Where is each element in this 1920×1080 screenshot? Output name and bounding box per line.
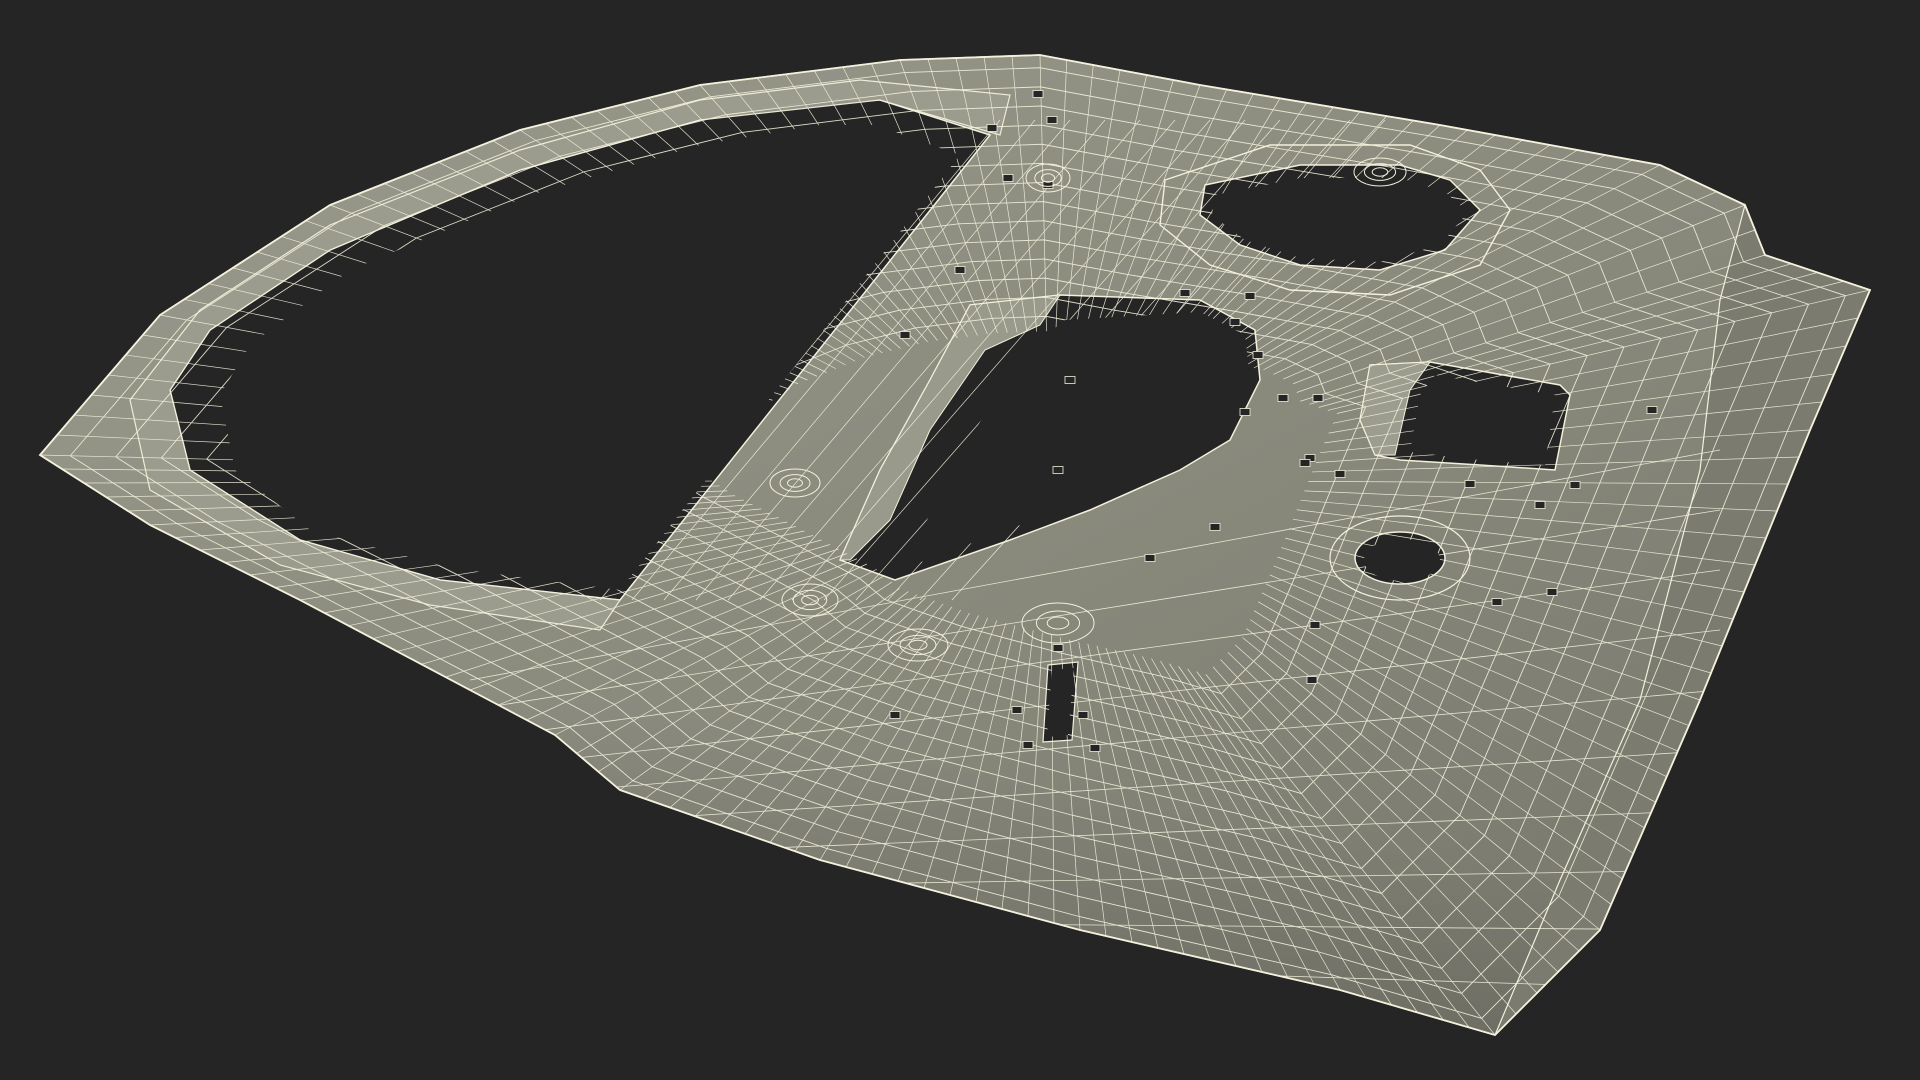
door-panel-render [38, 54, 1872, 1037]
fastener-hole [1277, 394, 1289, 402]
3d-viewport[interactable] [0, 0, 1920, 1080]
fastener-hole [1569, 481, 1581, 489]
fastener-hole [889, 711, 901, 719]
fastener-hole [1464, 480, 1476, 488]
fastener-hole [1022, 741, 1034, 749]
fastener-hole [1646, 406, 1658, 414]
fastener-hole [1252, 351, 1264, 359]
fastener-hole [1089, 744, 1101, 752]
fastener-hole [954, 266, 966, 274]
fastener-hole [1546, 588, 1558, 596]
fastener-hole [1312, 394, 1324, 402]
fastener-hole [1179, 289, 1191, 297]
fastener-hole [1334, 470, 1346, 478]
fastener-hole [1064, 376, 1076, 384]
fastener-hole [1244, 292, 1256, 300]
fastener-hole [1002, 174, 1014, 182]
fastener-hole [1046, 116, 1058, 124]
fastener-hole [1534, 501, 1546, 509]
fastener-hole [986, 124, 998, 132]
fastener-hole [1144, 554, 1156, 562]
fastener-hole [1209, 523, 1221, 531]
fastener-hole [899, 331, 911, 339]
fastener-hole [1052, 466, 1064, 474]
fastener-hole [1229, 318, 1241, 326]
fastener-hole [1239, 408, 1251, 416]
fastener-hole [1299, 459, 1311, 467]
fastener-hole [1491, 598, 1503, 606]
fastener-hole [1011, 706, 1023, 714]
fastener-hole [1052, 644, 1064, 652]
fastener-hole [1032, 90, 1044, 98]
fastener-hole [1077, 711, 1089, 719]
fastener-hole [1309, 621, 1321, 629]
fastener-hole [1306, 676, 1318, 684]
